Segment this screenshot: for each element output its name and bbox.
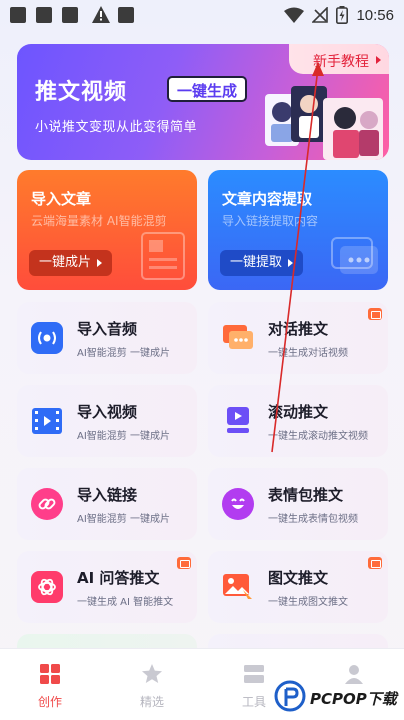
tool-title: 对话推文: [268, 320, 329, 338]
tool-title: 导入音频: [77, 320, 138, 338]
warning-icon: [92, 6, 110, 23]
badge-icon: [368, 557, 382, 569]
emoji-icon: [222, 488, 254, 520]
status-bar: 10:56: [0, 0, 404, 32]
tool-ai-qa-tweet[interactable]: AI 问答推文 一键生成 AI 智能推文: [17, 551, 197, 623]
button-label: 一键成片: [39, 255, 92, 270]
feature-title: 文章内容提取: [222, 190, 313, 208]
tutorial-button[interactable]: 新手教程: [289, 44, 389, 74]
tool-partial: [17, 634, 197, 648]
tool-subtitle: 一键生成图文推文: [268, 597, 348, 608]
notification-icon: [118, 7, 134, 23]
tool-title: 导入视频: [77, 403, 138, 421]
document-icon: [141, 232, 185, 280]
tool-import-link[interactable]: 导入链接 AI智能混剪 一键成片: [17, 468, 197, 540]
tool-emoji-tweet[interactable]: 表情包推文 一键生成表情包视频: [208, 468, 388, 540]
banner-title: 推文视频: [35, 80, 128, 105]
one-click-extract-button[interactable]: 一键提取: [220, 250, 304, 276]
star-icon: [142, 664, 162, 683]
tool-partial: [208, 634, 388, 648]
feature-title: 导入文章: [31, 190, 92, 208]
tool-subtitle: 一键生成对话视频: [268, 348, 348, 359]
badge-icon: [177, 557, 191, 569]
create-icon: [40, 664, 60, 684]
tool-subtitle: AI智能混剪 一键成片: [77, 348, 170, 359]
nav-featured[interactable]: 精选: [124, 663, 180, 710]
battery-icon: [336, 6, 349, 24]
watermark-text: PCPOP下载: [310, 690, 397, 708]
banner-subtitle: 小说推文变现从此变得简单: [35, 120, 198, 135]
image-icon: [222, 571, 254, 603]
wifi-icon: [284, 7, 305, 23]
tool-subtitle: AI智能混剪 一键成片: [77, 514, 170, 525]
feature-subtitle: 导入链接提取内容: [222, 214, 319, 228]
tutorial-label: 新手教程: [313, 54, 369, 70]
notification-icon: [62, 7, 78, 23]
tool-title: 图文推文: [268, 569, 329, 587]
tool-subtitle: 一键生成 AI 智能推文: [77, 597, 174, 608]
ai-icon: [31, 571, 63, 603]
audio-icon: [31, 322, 63, 354]
tool-subtitle: AI智能混剪 一键成片: [77, 431, 170, 442]
button-label: 一键提取: [230, 255, 283, 270]
tool-dialogue-tweet[interactable]: 对话推文 一键生成对话视频: [208, 302, 388, 374]
tool-title: 导入链接: [77, 486, 138, 504]
notification-icon: [10, 7, 26, 23]
nav-label: 精选: [139, 695, 164, 709]
tools-icon: [244, 665, 264, 683]
notification-icon: [36, 7, 52, 23]
banner-illustration: [265, 86, 383, 160]
feature-subtitle: 云端海量素材 AI智能混剪: [31, 214, 167, 228]
banner-badge: 一键生成: [167, 76, 248, 102]
no-signal-icon: [312, 7, 329, 23]
nav-label: 创作: [37, 695, 62, 709]
tool-title: 表情包推文: [268, 486, 344, 504]
tool-scroll-tweet[interactable]: 滚动推文 一键生成滚动推文视频: [208, 385, 388, 457]
play-scroll-icon: [222, 405, 254, 437]
import-article-card[interactable]: 导入文章 云端海量素材 AI智能混剪 一键成片: [17, 170, 197, 290]
tool-subtitle: 一键生成表情包视频: [268, 514, 358, 525]
chevron-right-icon: [288, 259, 294, 267]
link-icon: [31, 488, 63, 520]
clock: 10:56: [356, 6, 394, 24]
tool-title: 滚动推文: [268, 403, 329, 421]
tool-import-audio[interactable]: 导入音频 AI智能混剪 一键成片: [17, 302, 197, 374]
one-click-video-button[interactable]: 一键成片: [29, 250, 113, 276]
tool-import-video[interactable]: 导入视频 AI智能混剪 一键成片: [17, 385, 197, 457]
extract-content-card[interactable]: 文章内容提取 导入链接提取内容 一键提取: [208, 170, 388, 290]
promo-banner[interactable]: 推文视频 一键生成 小说推文变现从此变得简单 新手教程: [17, 44, 389, 160]
tool-title: AI 问答推文: [77, 569, 160, 587]
tool-subtitle: 一键生成滚动推文视频: [268, 431, 368, 442]
nav-create[interactable]: 创作: [22, 663, 78, 710]
chat-icon: [222, 322, 254, 354]
tool-image-text-tweet[interactable]: 图文推文 一键生成图文推文: [208, 551, 388, 623]
badge-icon: [368, 308, 382, 320]
chevron-right-icon: [97, 259, 103, 267]
film-icon: [31, 405, 63, 437]
tutorial-arrow-icon: [376, 56, 381, 64]
watermark: PCPOP下载: [274, 680, 398, 716]
message-icon: [331, 237, 378, 274]
